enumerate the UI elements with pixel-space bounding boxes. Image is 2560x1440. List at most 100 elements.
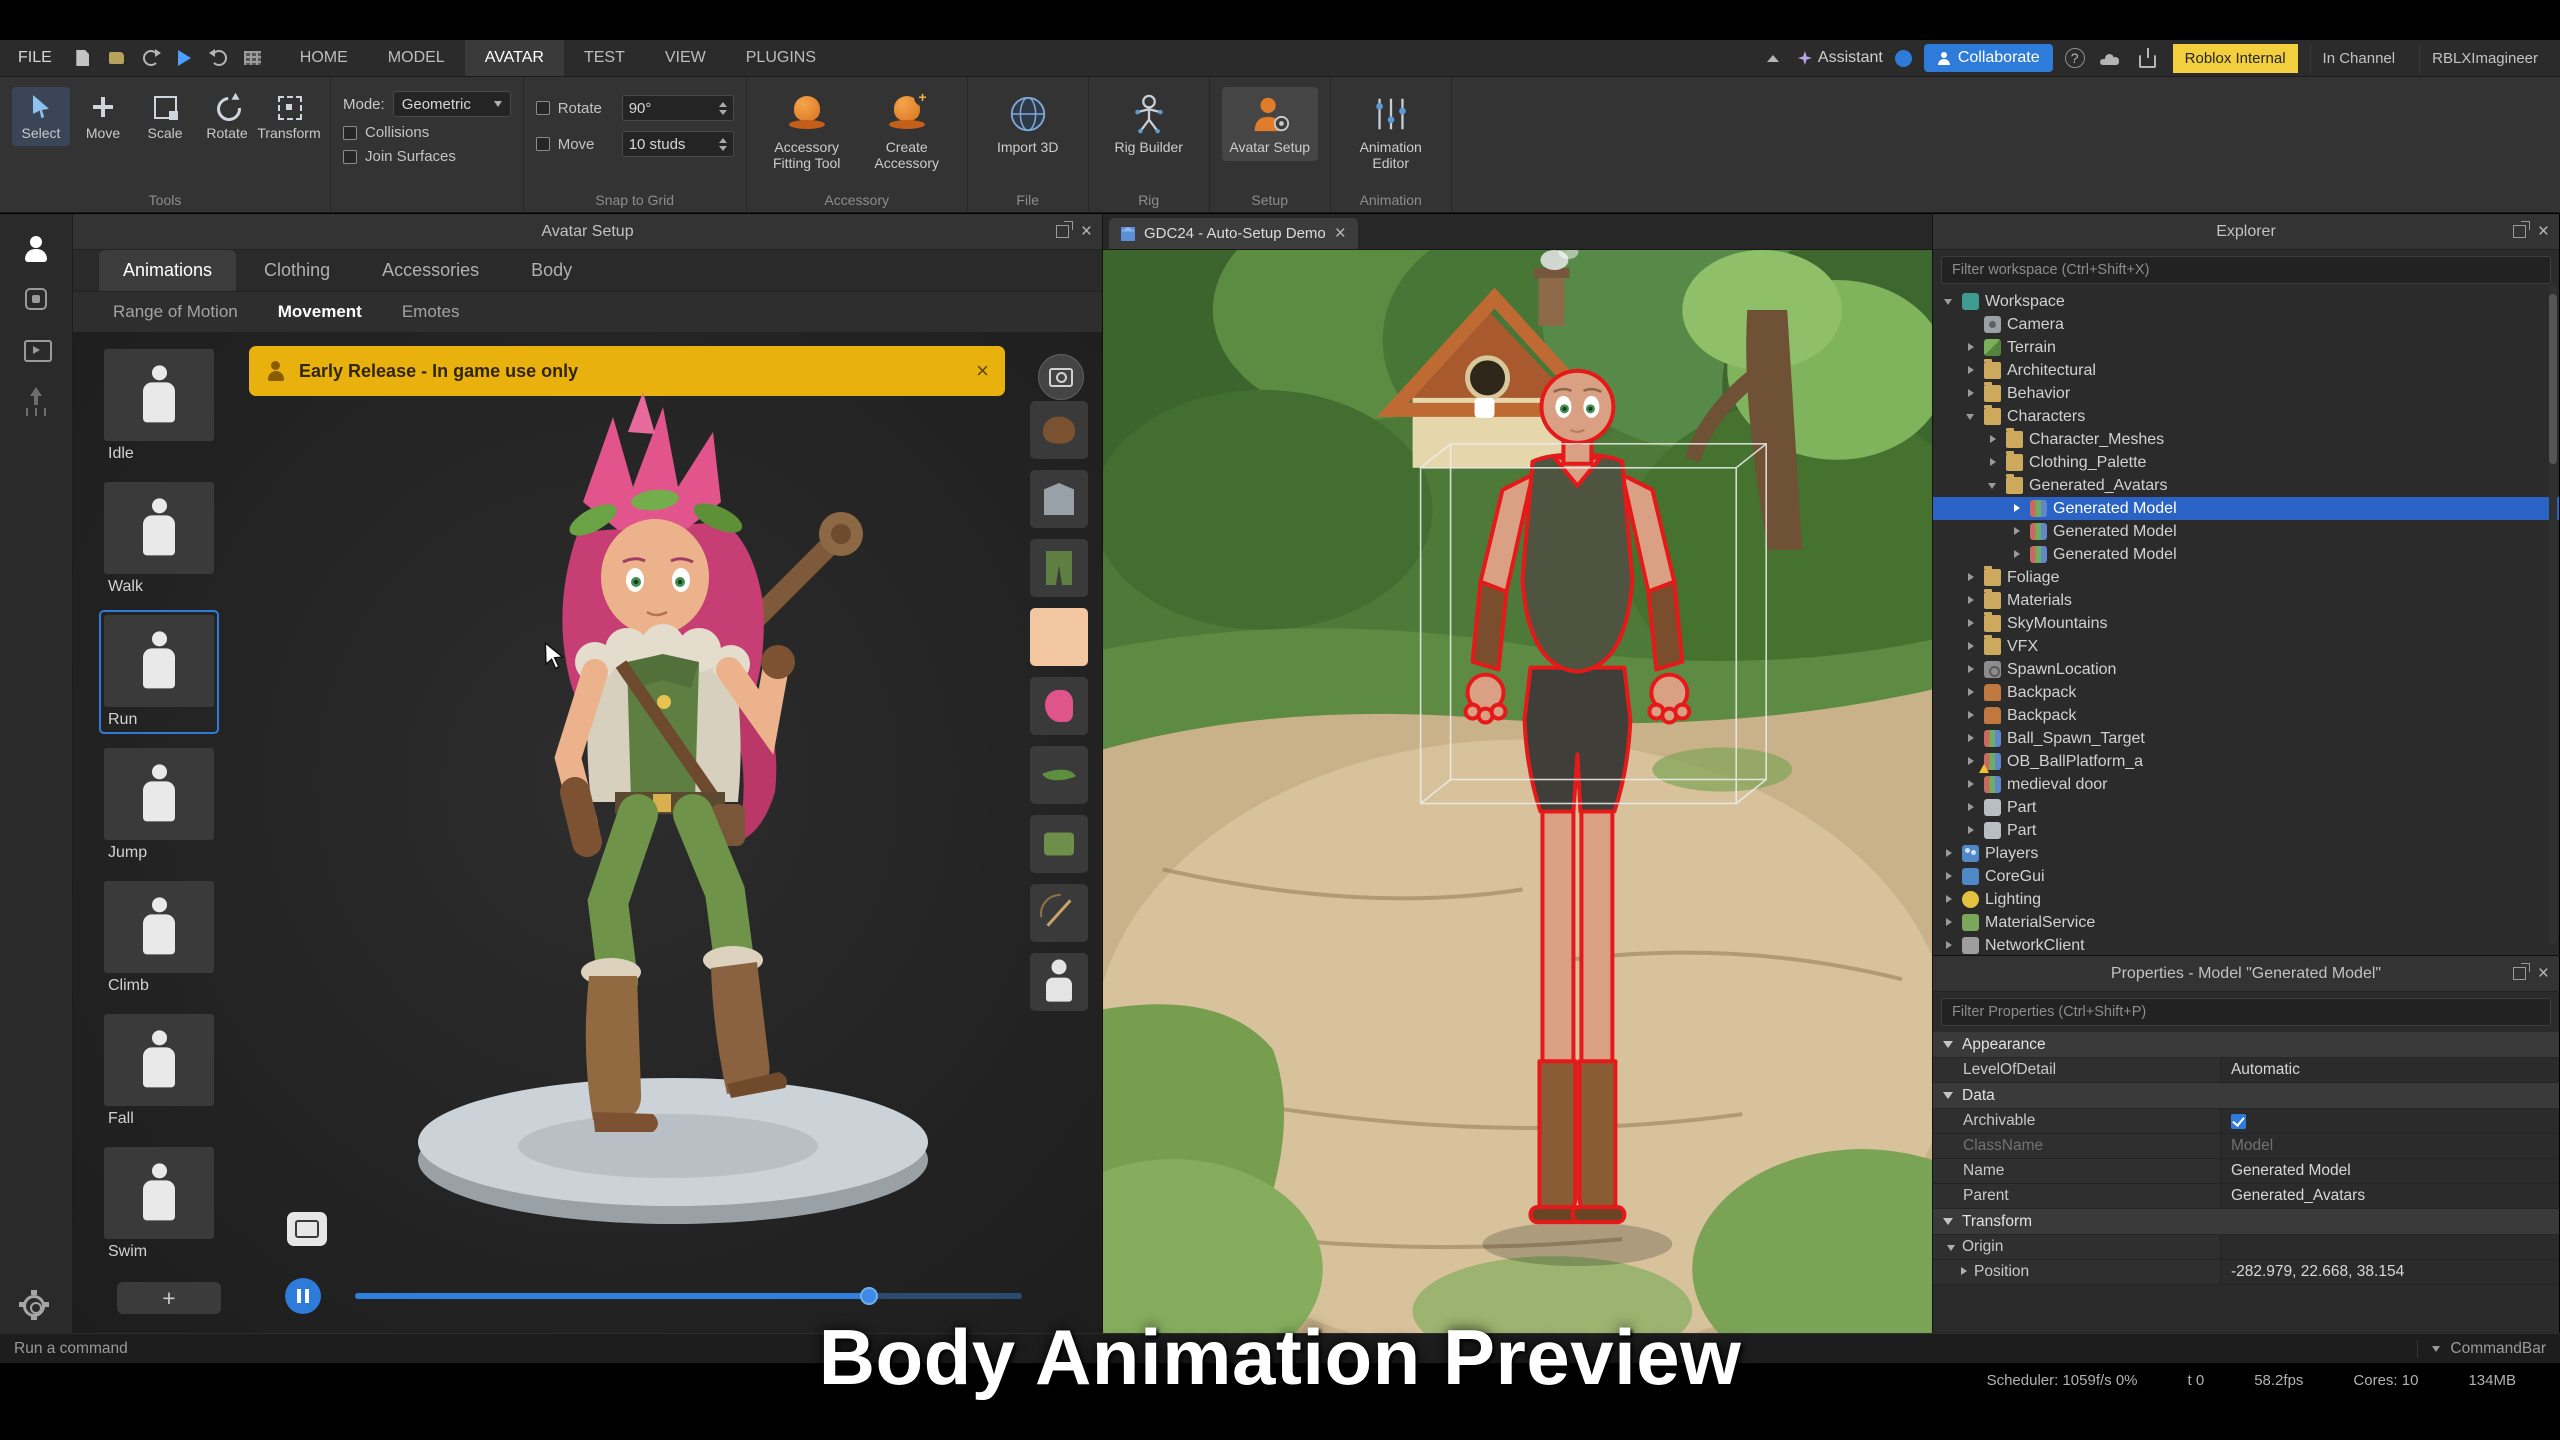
ribbon-tab[interactable]: MODEL [368,40,465,76]
expand-arrow-icon[interactable] [1987,456,2000,469]
viewport-scene[interactable] [1103,250,1932,1333]
share-icon[interactable] [2135,46,2161,70]
tree-row[interactable]: CoreGui [1933,865,2559,888]
body-tool-icon[interactable] [21,284,51,314]
tree-row[interactable]: OB_BallPlatform_a [1933,750,2559,773]
close-icon[interactable] [1081,222,1092,242]
pink-hair-thumb[interactable] [1030,677,1088,735]
expand-arrow-icon[interactable] [1965,617,1978,630]
expand-arrow-icon[interactable] [1965,571,1978,584]
bow-accessory-thumb[interactable] [1030,884,1088,942]
tree-row[interactable]: Character_Meshes [1933,428,2559,451]
tree-row[interactable]: Lighting [1933,888,2559,911]
rig-builder-button[interactable]: Rig Builder [1101,87,1197,161]
tree-row[interactable]: MaterialService [1933,911,2559,934]
tool-button[interactable]: Select [12,87,70,146]
animation-list-item[interactable]: Run [99,610,219,734]
undo-icon[interactable] [138,46,164,70]
leaf-accessory-thumb[interactable] [1030,746,1088,804]
expand-arrow-icon[interactable] [1965,801,1978,814]
expand-arrow-icon[interactable] [1965,594,1978,607]
shirt-accessory-thumb[interactable] [1030,815,1088,873]
stepper-icons[interactable] [719,138,727,151]
play-icon[interactable] [172,46,198,70]
tree-row[interactable]: Backpack [1933,704,2559,727]
tree-row[interactable]: Generated Model [1933,497,2559,520]
animation-list-item[interactable]: Climb [99,876,219,1000]
cloud-icon[interactable] [2097,46,2123,70]
close-icon[interactable] [2538,964,2549,984]
viewport-tab[interactable]: GDC24 - Auto-Setup Demo [1109,218,1358,249]
animation-subtab[interactable]: Movement [278,302,362,322]
rotate-step-field[interactable]: 90° [622,95,734,121]
pose-thumb[interactable] [1030,953,1088,1011]
tree-row[interactable]: VFX [1933,635,2559,658]
animation-list-item[interactable]: Jump [99,743,219,867]
avatar-setup-tab[interactable]: Body [507,250,596,291]
expand-arrow-icon[interactable] [1943,939,1956,952]
expand-arrow-icon[interactable] [1987,479,2000,492]
collapse-ribbon-icon[interactable] [1760,46,1786,70]
expand-arrow-icon[interactable] [1965,640,1978,653]
close-tab-icon[interactable] [1335,224,1346,243]
import-3d-button[interactable]: Import 3D [980,87,1076,161]
animation-subtab[interactable]: Emotes [402,302,460,322]
playback-slider[interactable] [355,1293,1022,1299]
move-step-field[interactable]: 10 studs [622,131,734,157]
ribbon-button[interactable]: + Accessory Fitting Tool [759,87,855,177]
expand-arrow-icon[interactable] [1943,916,1956,929]
popout-icon[interactable] [2513,967,2526,980]
section-appearance[interactable]: Appearance [1933,1032,2559,1058]
assistant-button[interactable]: Assistant [1798,49,1883,67]
property-value[interactable]: Model [2221,1134,2559,1158]
new-file-icon[interactable] [70,46,96,70]
expand-arrow-icon[interactable] [1943,295,1956,308]
avatar-setup-tab[interactable]: Animations [99,250,236,291]
tree-row[interactable]: Materials [1933,589,2559,612]
tree-row[interactable]: Ball_Spawn_Target [1933,727,2559,750]
expand-arrow-icon[interactable] [2011,525,2024,538]
redo-icon[interactable] [206,46,232,70]
open-file-icon[interactable] [104,46,130,70]
animation-list-item[interactable]: Swim [99,1142,219,1266]
section-transform[interactable]: Transform [1933,1209,2559,1235]
tree-row[interactable]: SkyMountains [1933,612,2559,635]
user-label[interactable]: RBLXImagineer [2419,44,2550,73]
expand-arrow-icon[interactable] [1947,1242,1957,1252]
expand-arrow-icon[interactable] [2011,548,2024,561]
property-value[interactable]: Automatic [2221,1058,2559,1082]
property-value[interactable] [2221,1235,2559,1259]
tree-row[interactable]: Workspace [1933,290,2559,313]
avatar-setup-tab[interactable]: Clothing [240,250,354,291]
tool-button[interactable]: Move [74,87,132,146]
expand-arrow-icon[interactable] [2011,502,2024,515]
tree-row[interactable]: Generated Model [1933,543,2559,566]
stepper-icons[interactable] [719,102,727,115]
collaborate-button[interactable]: Collaborate [1924,44,2053,72]
tree-row[interactable]: Foliage [1933,566,2559,589]
tool-button[interactable]: Transform [260,87,318,146]
expand-arrow-icon[interactable] [1965,824,1978,837]
screenshot-camera-button[interactable] [287,1212,327,1246]
tree-row[interactable]: Clothing_Palette [1933,451,2559,474]
expand-arrow-icon[interactable] [1965,755,1978,768]
ribbon-tab[interactable]: AVATAR [465,40,564,76]
tree-row[interactable]: Part [1933,819,2559,842]
avatar-3d-preview[interactable] [223,372,983,1272]
animation-list-item[interactable]: Fall [99,1009,219,1133]
tool-button[interactable]: Rotate [198,87,256,146]
tree-row[interactable]: Terrain [1933,336,2559,359]
animation-subtab[interactable]: Range of Motion [113,302,238,322]
ribbon-tab[interactable]: HOME [280,40,368,76]
datagrid-icon[interactable] [240,46,266,70]
tree-row[interactable]: Behavior [1933,382,2559,405]
skin-tone-thumb[interactable] [1030,608,1088,666]
avatar-setup-tab[interactable]: Accessories [358,250,503,291]
expand-arrow-icon[interactable] [1943,847,1956,860]
tree-row[interactable]: SpawnLocation [1933,658,2559,681]
collisions-checkbox[interactable]: Collisions [343,124,429,141]
media-tool-icon[interactable] [21,334,51,364]
mode-dropdown[interactable]: Geometric [393,91,511,117]
avatar-tool-icon[interactable] [21,234,51,264]
tree-row[interactable]: Characters [1933,405,2559,428]
